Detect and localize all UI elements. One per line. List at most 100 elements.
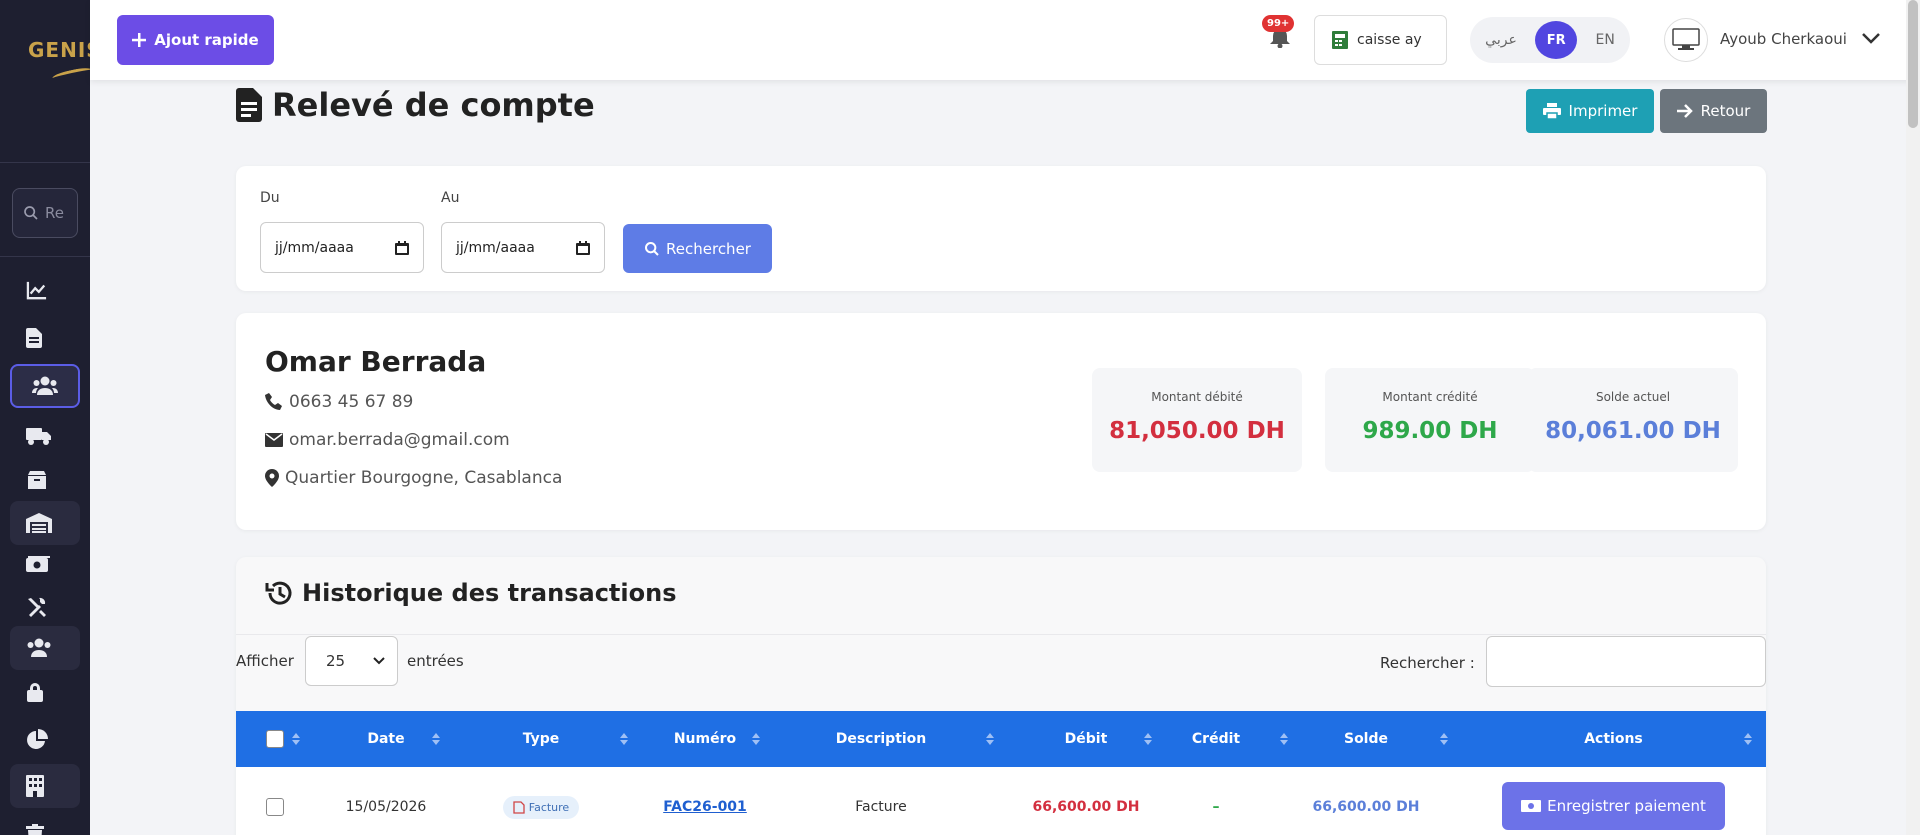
sort-icon[interactable]	[1144, 733, 1152, 745]
warehouse-icon	[26, 513, 52, 533]
col-type[interactable]: Type	[476, 711, 606, 767]
sort-icon[interactable]	[432, 733, 440, 745]
quick-add-button[interactable]: Ajout rapide	[117, 15, 274, 65]
sidebar-search-input[interactable]: Re	[12, 188, 78, 238]
history-header: Historique des transactions	[264, 579, 676, 607]
user-name[interactable]: Ayoub Cherkaoui	[1720, 30, 1847, 48]
row-credit: –	[1212, 799, 1220, 815]
nav-delivery[interactable]	[10, 414, 80, 458]
plus-icon	[132, 33, 147, 47]
client-card: Omar Berrada 0663 45 67 89 omar.berrada@…	[236, 313, 1766, 530]
stat-debited: Montant débité 81,050.00 DH	[1092, 368, 1302, 472]
cash-register-icon	[1332, 31, 1348, 49]
lang-en[interactable]: EN	[1595, 32, 1614, 48]
envelope-icon	[265, 433, 283, 447]
client-name: Omar Berrada	[265, 345, 487, 378]
money-bill-icon	[26, 556, 50, 572]
client-address: Quartier Bourgogne, Casablanca	[265, 468, 562, 488]
nav-warehouse[interactable]	[10, 501, 80, 545]
money-bill-icon	[1521, 800, 1542, 812]
table-search-input[interactable]	[1486, 636, 1766, 687]
avatar[interactable]	[1664, 18, 1708, 62]
date-from-input[interactable]: jj/mm/aaaa	[260, 222, 424, 273]
col-credit[interactable]: Crédit	[1166, 711, 1266, 767]
trash-icon	[26, 824, 44, 835]
client-address-value: Quartier Bourgogne, Casablanca	[285, 468, 563, 488]
stat-label: Solde actuel	[1595, 390, 1671, 404]
stat-value: 81,050.00 DH	[1109, 418, 1285, 444]
stat-label: Montant débité	[1151, 390, 1243, 404]
page-scrollbar[interactable]	[1906, 0, 1920, 835]
sort-icon[interactable]	[752, 733, 760, 745]
scrollbar-thumb[interactable]	[1908, 0, 1918, 128]
client-phone-value: 0663 45 67 89	[289, 392, 414, 412]
caisse-label: caisse ay	[1357, 32, 1422, 48]
lock-icon	[27, 683, 43, 702]
date-to-value: jj/mm/aaaa	[456, 239, 535, 256]
client-phone: 0663 45 67 89	[265, 392, 413, 412]
calendar-icon[interactable]	[395, 240, 409, 255]
lang-ar[interactable]: عربي	[1485, 32, 1517, 48]
nav-employees[interactable]	[10, 626, 80, 670]
nav-payments[interactable]	[10, 543, 80, 587]
select-all-checkbox[interactable]	[264, 711, 286, 767]
nav-reports[interactable]	[10, 718, 80, 762]
calendar-icon[interactable]	[576, 240, 590, 255]
history-icon	[265, 581, 292, 605]
topbar: Ajout rapide 99+ caisse ay عربي FR EN Ay…	[90, 0, 1920, 80]
chevron-down-icon[interactable]	[1862, 32, 1880, 44]
nav-tools[interactable]	[10, 585, 80, 629]
box-icon	[28, 471, 46, 489]
brand-logo[interactable]: GENIS	[28, 38, 90, 62]
page-size-value: 25	[326, 652, 346, 670]
sort-icon[interactable]	[292, 733, 300, 745]
search-button[interactable]: Rechercher	[623, 224, 772, 273]
sort-icon[interactable]	[620, 733, 628, 745]
sort-icon[interactable]	[986, 733, 994, 745]
nav-dashboard[interactable]	[10, 268, 80, 312]
pie-chart-icon	[27, 729, 48, 749]
users-icon	[32, 376, 58, 395]
lang-fr[interactable]: FR	[1535, 21, 1578, 59]
col-solde[interactable]: Solde	[1296, 711, 1436, 767]
nav-companies[interactable]	[10, 764, 80, 808]
client-email: omar.berrada@gmail.com	[265, 430, 510, 450]
stat-value: 80,061.00 DH	[1545, 418, 1721, 444]
tools-icon	[28, 597, 46, 617]
table-header: Date Type Numéro Description Débit Crédi…	[236, 711, 1766, 767]
print-button[interactable]: Imprimer	[1526, 89, 1654, 133]
invoice-number-link[interactable]: FAC26-001	[663, 799, 747, 815]
phone-icon	[265, 393, 282, 410]
chart-line-icon	[26, 281, 47, 300]
col-description[interactable]: Description	[786, 711, 976, 767]
notification-badge: 99+	[1262, 15, 1295, 32]
type-badge-label: Facture	[528, 800, 570, 814]
col-debit[interactable]: Débit	[1016, 711, 1156, 767]
nav-products[interactable]	[10, 458, 80, 502]
row-type: Facture	[476, 767, 606, 835]
record-payment-label: Enregistrer paiement	[1547, 797, 1706, 815]
col-actions[interactable]: Actions	[1476, 711, 1751, 767]
date-from-value: jj/mm/aaaa	[275, 239, 354, 256]
nav-trash[interactable]	[10, 812, 80, 835]
sort-icon[interactable]	[1440, 733, 1448, 745]
stat-value: 989.00 DH	[1362, 418, 1498, 444]
nav-clients[interactable]	[10, 364, 80, 408]
back-button[interactable]: Retour	[1660, 89, 1767, 133]
sort-icon[interactable]	[1280, 733, 1288, 745]
row-solde: 66,600.00 DH	[1312, 799, 1420, 815]
nav-documents[interactable]	[10, 316, 80, 360]
col-numero[interactable]: Numéro	[640, 711, 770, 767]
from-label: Du	[260, 190, 280, 206]
logo-swoosh	[51, 65, 93, 83]
date-to-input[interactable]: jj/mm/aaaa	[441, 222, 605, 273]
nav-security[interactable]	[10, 670, 80, 714]
show-label: Afficher	[236, 652, 294, 670]
record-payment-button[interactable]: Enregistrer paiement	[1502, 782, 1725, 830]
quick-add-label: Ajout rapide	[154, 31, 259, 49]
sort-icon[interactable]	[1744, 733, 1752, 745]
row-checkbox[interactable]	[264, 767, 286, 835]
caisse-selector[interactable]: caisse ay	[1314, 15, 1447, 65]
page-size-select[interactable]: 25	[305, 636, 398, 686]
file-icon	[26, 328, 42, 348]
